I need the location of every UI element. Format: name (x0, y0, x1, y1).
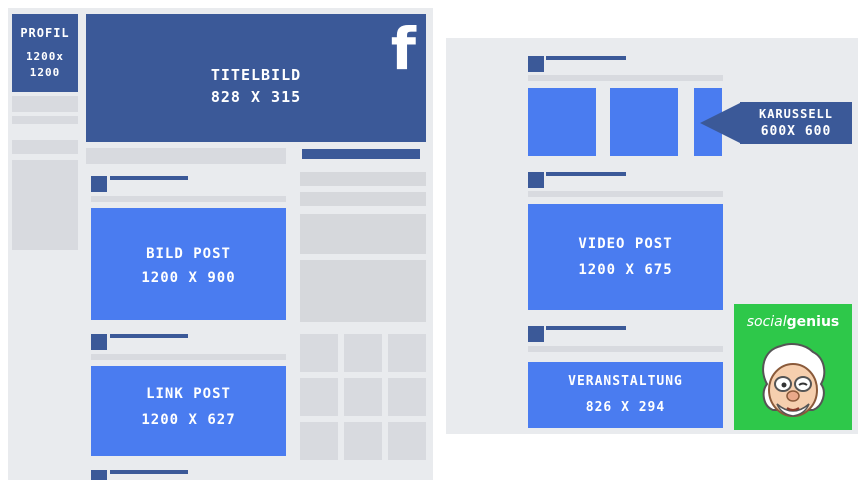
sidebar-block (300, 260, 426, 322)
sidebar-bar (300, 172, 426, 186)
brand-part-genius: genius (786, 314, 840, 330)
event-post-box: VERANSTALTUNG 826 X 294 (528, 362, 723, 428)
post-text-bar (91, 354, 286, 360)
left-nav-bar (12, 140, 78, 154)
post-text-bar (91, 196, 286, 202)
post-text-bar (528, 191, 723, 197)
post-header-line (110, 176, 188, 180)
event-post-size: 826 X 294 (585, 400, 666, 415)
left-nav-bar (12, 116, 78, 124)
photo-grid-cell (300, 334, 338, 372)
carousel-callout: KARUSSELL 600X 600 (740, 102, 852, 144)
brand-wordmark: socialgenius (734, 314, 852, 330)
link-post-size: 1200 X 627 (141, 412, 236, 428)
post-header-line (546, 326, 626, 330)
post-avatar (91, 334, 107, 350)
carousel-size: 600X 600 (760, 124, 832, 139)
carousel-tile (528, 88, 596, 156)
video-post-box: VIDEO POST 1200 X 675 (528, 204, 723, 310)
nav-bar (86, 148, 286, 164)
photo-grid-cell (344, 422, 382, 460)
sidebar-bar (300, 192, 426, 206)
link-post-label: LINK POST (146, 386, 231, 402)
post-avatar (528, 326, 544, 342)
photo-grid-cell (344, 334, 382, 372)
facebook-logo-icon: f (390, 15, 416, 83)
carousel-label: KARUSSELL (758, 107, 834, 121)
post-avatar (91, 176, 107, 192)
left-nav-bar (12, 96, 78, 112)
post-text-bar (528, 75, 723, 81)
genius-mascot-icon (762, 343, 826, 417)
left-nav-block (12, 160, 78, 250)
cover-photo-box: TITELBILD 828 X 315 f (86, 14, 426, 142)
cover-label: TITELBILD (210, 66, 302, 84)
sidebar-block (300, 214, 426, 254)
image-post-label: BILD POST (146, 246, 231, 262)
post-text-bar (528, 346, 723, 352)
carousel-tile (610, 88, 678, 156)
image-post-size: 1200 X 900 (141, 270, 236, 286)
post-avatar (528, 56, 544, 72)
event-post-label: VERANSTALTUNG (568, 374, 683, 389)
image-post-box: BILD POST 1200 X 900 (91, 208, 286, 320)
post-avatar (91, 470, 107, 480)
post-header-line (546, 56, 626, 60)
post-header-line (110, 470, 188, 474)
brand-part-social: social (746, 314, 787, 330)
profile-picture-box: PROFIL 1200x 1200 (12, 14, 78, 92)
post-avatar (528, 172, 544, 188)
link-post-box: LINK POST 1200 X 627 (91, 366, 286, 456)
photo-grid-cell (300, 422, 338, 460)
video-post-label: VIDEO POST (578, 236, 673, 252)
post-header-line (546, 172, 626, 176)
photo-grid-cell (300, 378, 338, 416)
profile-size-line1: 1200x (25, 50, 65, 63)
photo-grid-cell (344, 378, 382, 416)
photo-grid-cell (388, 334, 426, 372)
nav-bar-active (302, 149, 420, 159)
carousel-callout-arrow (700, 102, 742, 144)
cover-size: 828 X 315 (210, 88, 302, 106)
profile-label: PROFIL (20, 26, 70, 40)
profile-size-line2: 1200 (29, 66, 61, 79)
socialgenius-logo: socialgenius (734, 304, 852, 430)
photo-grid-cell (388, 422, 426, 460)
post-header-line (110, 334, 188, 338)
photo-grid-cell (388, 378, 426, 416)
video-post-size: 1200 X 675 (578, 262, 673, 278)
